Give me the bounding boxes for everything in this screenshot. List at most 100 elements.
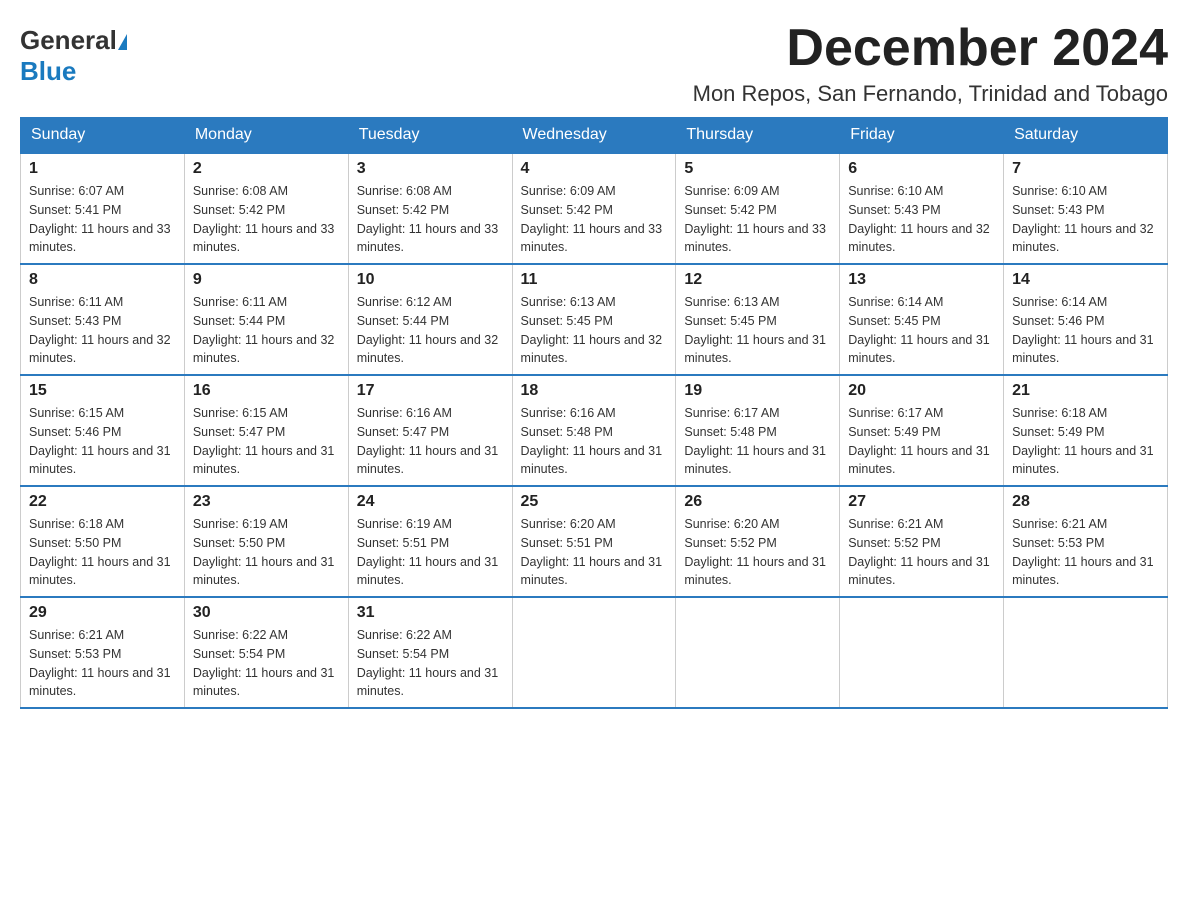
col-header-wednesday: Wednesday xyxy=(512,118,676,154)
day-number: 25 xyxy=(521,493,668,511)
day-info: Sunrise: 6:22 AMSunset: 5:54 PMDaylight:… xyxy=(193,628,335,698)
calendar-week-row: 22 Sunrise: 6:18 AMSunset: 5:50 PMDaylig… xyxy=(21,486,1168,597)
day-number: 20 xyxy=(848,382,995,400)
calendar-table: SundayMondayTuesdayWednesdayThursdayFrid… xyxy=(20,117,1168,709)
day-number: 21 xyxy=(1012,382,1159,400)
logo-arrow-icon xyxy=(118,34,127,50)
calendar-cell: 24 Sunrise: 6:19 AMSunset: 5:51 PMDaylig… xyxy=(348,486,512,597)
day-number: 8 xyxy=(29,271,176,289)
day-info: Sunrise: 6:21 AMSunset: 5:53 PMDaylight:… xyxy=(1012,517,1154,587)
calendar-cell: 13 Sunrise: 6:14 AMSunset: 5:45 PMDaylig… xyxy=(840,264,1004,375)
calendar-cell: 23 Sunrise: 6:19 AMSunset: 5:50 PMDaylig… xyxy=(184,486,348,597)
logo-general-text: General xyxy=(20,25,117,56)
calendar-cell: 30 Sunrise: 6:22 AMSunset: 5:54 PMDaylig… xyxy=(184,597,348,708)
day-number: 17 xyxy=(357,382,504,400)
logo: General Blue xyxy=(20,20,127,87)
day-number: 24 xyxy=(357,493,504,511)
day-number: 22 xyxy=(29,493,176,511)
day-number: 6 xyxy=(848,160,995,178)
calendar-cell: 7 Sunrise: 6:10 AMSunset: 5:43 PMDayligh… xyxy=(1004,153,1168,264)
day-number: 2 xyxy=(193,160,340,178)
day-info: Sunrise: 6:13 AMSunset: 5:45 PMDaylight:… xyxy=(684,295,826,365)
calendar-cell: 11 Sunrise: 6:13 AMSunset: 5:45 PMDaylig… xyxy=(512,264,676,375)
calendar-cell: 31 Sunrise: 6:22 AMSunset: 5:54 PMDaylig… xyxy=(348,597,512,708)
calendar-cell: 28 Sunrise: 6:21 AMSunset: 5:53 PMDaylig… xyxy=(1004,486,1168,597)
day-info: Sunrise: 6:21 AMSunset: 5:53 PMDaylight:… xyxy=(29,628,171,698)
logo-blue-text: Blue xyxy=(20,56,76,86)
day-info: Sunrise: 6:17 AMSunset: 5:48 PMDaylight:… xyxy=(684,406,826,476)
day-number: 27 xyxy=(848,493,995,511)
day-number: 29 xyxy=(29,604,176,622)
month-title: December 2024 xyxy=(693,20,1168,77)
calendar-cell: 21 Sunrise: 6:18 AMSunset: 5:49 PMDaylig… xyxy=(1004,375,1168,486)
calendar-cell: 27 Sunrise: 6:21 AMSunset: 5:52 PMDaylig… xyxy=(840,486,1004,597)
day-info: Sunrise: 6:11 AMSunset: 5:44 PMDaylight:… xyxy=(193,295,335,365)
calendar-cell xyxy=(840,597,1004,708)
day-info: Sunrise: 6:22 AMSunset: 5:54 PMDaylight:… xyxy=(357,628,499,698)
day-info: Sunrise: 6:19 AMSunset: 5:50 PMDaylight:… xyxy=(193,517,335,587)
location-title: Mon Repos, San Fernando, Trinidad and To… xyxy=(693,81,1168,107)
calendar-cell: 25 Sunrise: 6:20 AMSunset: 5:51 PMDaylig… xyxy=(512,486,676,597)
calendar-week-row: 1 Sunrise: 6:07 AMSunset: 5:41 PMDayligh… xyxy=(21,153,1168,264)
day-number: 1 xyxy=(29,160,176,178)
calendar-cell: 9 Sunrise: 6:11 AMSunset: 5:44 PMDayligh… xyxy=(184,264,348,375)
day-number: 5 xyxy=(684,160,831,178)
calendar-cell: 4 Sunrise: 6:09 AMSunset: 5:42 PMDayligh… xyxy=(512,153,676,264)
calendar-cell: 26 Sunrise: 6:20 AMSunset: 5:52 PMDaylig… xyxy=(676,486,840,597)
calendar-week-row: 8 Sunrise: 6:11 AMSunset: 5:43 PMDayligh… xyxy=(21,264,1168,375)
day-number: 28 xyxy=(1012,493,1159,511)
col-header-sunday: Sunday xyxy=(21,118,185,154)
day-number: 18 xyxy=(521,382,668,400)
day-number: 13 xyxy=(848,271,995,289)
col-header-saturday: Saturday xyxy=(1004,118,1168,154)
day-number: 7 xyxy=(1012,160,1159,178)
day-info: Sunrise: 6:16 AMSunset: 5:48 PMDaylight:… xyxy=(521,406,663,476)
day-number: 3 xyxy=(357,160,504,178)
day-number: 15 xyxy=(29,382,176,400)
calendar-cell xyxy=(512,597,676,708)
calendar-cell: 16 Sunrise: 6:15 AMSunset: 5:47 PMDaylig… xyxy=(184,375,348,486)
day-info: Sunrise: 6:18 AMSunset: 5:49 PMDaylight:… xyxy=(1012,406,1154,476)
day-info: Sunrise: 6:14 AMSunset: 5:45 PMDaylight:… xyxy=(848,295,990,365)
calendar-cell xyxy=(676,597,840,708)
calendar-cell: 10 Sunrise: 6:12 AMSunset: 5:44 PMDaylig… xyxy=(348,264,512,375)
day-info: Sunrise: 6:10 AMSunset: 5:43 PMDaylight:… xyxy=(1012,184,1154,254)
day-number: 11 xyxy=(521,271,668,289)
calendar-week-row: 29 Sunrise: 6:21 AMSunset: 5:53 PMDaylig… xyxy=(21,597,1168,708)
day-info: Sunrise: 6:15 AMSunset: 5:47 PMDaylight:… xyxy=(193,406,335,476)
calendar-cell: 18 Sunrise: 6:16 AMSunset: 5:48 PMDaylig… xyxy=(512,375,676,486)
day-number: 10 xyxy=(357,271,504,289)
day-number: 12 xyxy=(684,271,831,289)
day-info: Sunrise: 6:20 AMSunset: 5:51 PMDaylight:… xyxy=(521,517,663,587)
day-info: Sunrise: 6:07 AMSunset: 5:41 PMDaylight:… xyxy=(29,184,171,254)
day-number: 26 xyxy=(684,493,831,511)
page-header: General Blue December 2024 Mon Repos, Sa… xyxy=(20,20,1168,107)
day-info: Sunrise: 6:18 AMSunset: 5:50 PMDaylight:… xyxy=(29,517,171,587)
day-info: Sunrise: 6:19 AMSunset: 5:51 PMDaylight:… xyxy=(357,517,499,587)
calendar-cell: 17 Sunrise: 6:16 AMSunset: 5:47 PMDaylig… xyxy=(348,375,512,486)
calendar-cell: 6 Sunrise: 6:10 AMSunset: 5:43 PMDayligh… xyxy=(840,153,1004,264)
calendar-cell xyxy=(1004,597,1168,708)
calendar-cell: 8 Sunrise: 6:11 AMSunset: 5:43 PMDayligh… xyxy=(21,264,185,375)
calendar-cell: 20 Sunrise: 6:17 AMSunset: 5:49 PMDaylig… xyxy=(840,375,1004,486)
day-info: Sunrise: 6:09 AMSunset: 5:42 PMDaylight:… xyxy=(521,184,663,254)
day-info: Sunrise: 6:09 AMSunset: 5:42 PMDaylight:… xyxy=(684,184,826,254)
day-number: 31 xyxy=(357,604,504,622)
day-info: Sunrise: 6:21 AMSunset: 5:52 PMDaylight:… xyxy=(848,517,990,587)
day-info: Sunrise: 6:11 AMSunset: 5:43 PMDaylight:… xyxy=(29,295,171,365)
day-info: Sunrise: 6:20 AMSunset: 5:52 PMDaylight:… xyxy=(684,517,826,587)
day-info: Sunrise: 6:15 AMSunset: 5:46 PMDaylight:… xyxy=(29,406,171,476)
day-info: Sunrise: 6:08 AMSunset: 5:42 PMDaylight:… xyxy=(357,184,499,254)
calendar-header-row: SundayMondayTuesdayWednesdayThursdayFrid… xyxy=(21,118,1168,154)
calendar-cell: 29 Sunrise: 6:21 AMSunset: 5:53 PMDaylig… xyxy=(21,597,185,708)
col-header-tuesday: Tuesday xyxy=(348,118,512,154)
calendar-cell: 3 Sunrise: 6:08 AMSunset: 5:42 PMDayligh… xyxy=(348,153,512,264)
day-number: 19 xyxy=(684,382,831,400)
col-header-thursday: Thursday xyxy=(676,118,840,154)
day-number: 16 xyxy=(193,382,340,400)
calendar-cell: 5 Sunrise: 6:09 AMSunset: 5:42 PMDayligh… xyxy=(676,153,840,264)
day-number: 23 xyxy=(193,493,340,511)
title-section: December 2024 Mon Repos, San Fernando, T… xyxy=(693,20,1168,107)
calendar-cell: 2 Sunrise: 6:08 AMSunset: 5:42 PMDayligh… xyxy=(184,153,348,264)
day-info: Sunrise: 6:14 AMSunset: 5:46 PMDaylight:… xyxy=(1012,295,1154,365)
